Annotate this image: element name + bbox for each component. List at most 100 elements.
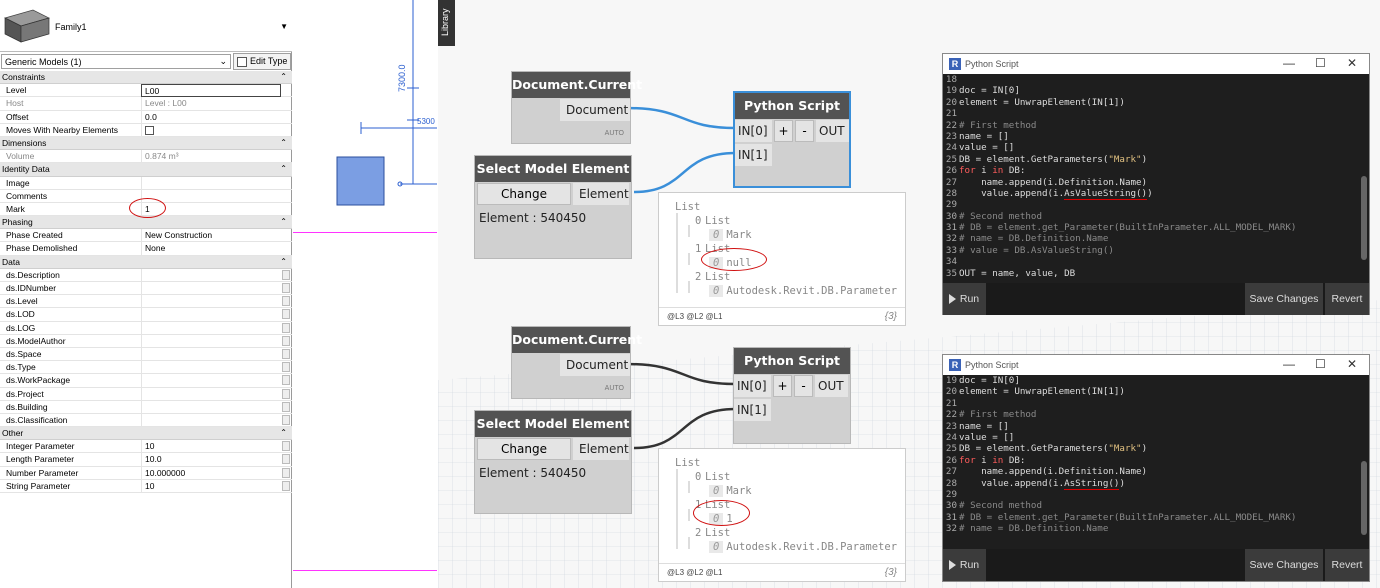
property-value[interactable]: 10.0: [141, 453, 281, 467]
property-value[interactable]: [141, 268, 281, 282]
property-row[interactable]: Integer Parameter 10: [0, 440, 292, 454]
browse-button[interactable]: [282, 414, 290, 425]
editor-scrollbar[interactable]: [1361, 461, 1367, 535]
input-port-in1[interactable]: IN[1]: [735, 144, 772, 166]
output-port-document[interactable]: Document: [560, 354, 630, 376]
collapse-icon[interactable]: ⌃: [280, 137, 287, 149]
document-current-node[interactable]: Document.Current Document AUTO: [511, 326, 642, 399]
add-input-button[interactable]: +: [773, 375, 792, 397]
remove-input-button[interactable]: -: [794, 375, 813, 397]
collapse-icon[interactable]: ⌃: [280, 216, 287, 228]
python-script-node[interactable]: Python Script IN[0] + - OUT IN[1]: [733, 347, 851, 444]
property-row[interactable]: Length Parameter 10.0: [0, 453, 292, 467]
property-value[interactable]: 10: [141, 440, 281, 454]
minimize-icon[interactable]: —: [1283, 357, 1295, 371]
property-value[interactable]: 0.874 m³: [141, 150, 281, 164]
document-current-node[interactable]: Document.Current Document AUTO: [511, 71, 642, 144]
property-value[interactable]: New Construction: [141, 229, 281, 243]
select-model-element-node[interactable]: Select Model Element Change Element Elem…: [474, 410, 632, 514]
revert-button[interactable]: Revert: [1325, 283, 1369, 315]
code-editor[interactable]: 18 19 doc = IN[0] 20 element = UnwrapElement…: [943, 74, 1369, 283]
change-button[interactable]: Change: [477, 183, 571, 205]
property-value[interactable]: [141, 189, 281, 203]
property-row[interactable]: Phase Created New Construction: [0, 229, 292, 243]
browse-button[interactable]: [282, 441, 290, 452]
browse-button[interactable]: [282, 388, 290, 399]
property-row[interactable]: Image: [0, 176, 292, 190]
property-value[interactable]: 0.0: [141, 110, 281, 124]
property-group-header[interactable]: Data ⌃: [0, 255, 292, 269]
run-button[interactable]: Run: [943, 283, 986, 315]
output-port-out[interactable]: OUT: [816, 120, 849, 142]
property-group-header[interactable]: Identity Data ⌃: [0, 163, 292, 177]
property-value[interactable]: L00: [141, 84, 281, 98]
collapse-icon[interactable]: ⌃: [280, 427, 287, 439]
property-row[interactable]: ds.Building: [0, 400, 292, 414]
property-value[interactable]: Level : L00: [141, 97, 281, 111]
output-port-document[interactable]: Document: [560, 99, 630, 121]
property-row[interactable]: Moves With Nearby Elements: [0, 123, 292, 137]
revit-view[interactable]: 7300.0 5300: [293, 0, 437, 588]
browse-button[interactable]: [282, 467, 290, 478]
change-button[interactable]: Change: [477, 438, 571, 460]
maximize-icon[interactable]: ☐: [1315, 357, 1326, 371]
property-row[interactable]: Offset 0.0: [0, 110, 292, 124]
select-model-element-node[interactable]: Select Model Element Change Element Elem…: [474, 155, 632, 259]
output-port-element[interactable]: Element: [573, 438, 629, 460]
code-editor[interactable]: 19 doc = IN[0] 20 element = UnwrapElement(I…: [943, 375, 1369, 549]
editor-titlebar[interactable]: R Python Script — ☐ ✕: [943, 54, 1369, 74]
collapse-icon[interactable]: ⌃: [280, 256, 287, 268]
browse-button[interactable]: [282, 362, 290, 373]
property-row[interactable]: Phase Demolished None: [0, 242, 292, 256]
property-row[interactable]: ds.ModelAuthor: [0, 334, 292, 348]
revert-button[interactable]: Revert: [1325, 549, 1369, 581]
property-group-header[interactable]: Constraints ⌃: [0, 71, 292, 85]
property-row[interactable]: ds.WorkPackage: [0, 374, 292, 388]
browse-button[interactable]: [282, 283, 290, 293]
save-changes-button[interactable]: Save Changes: [1245, 283, 1323, 315]
python-script-node[interactable]: Python Script IN[0] + - OUT IN[1]: [733, 91, 851, 188]
chevron-down-icon[interactable]: ▼: [280, 22, 288, 31]
property-value[interactable]: [141, 321, 281, 335]
instance-type-selector[interactable]: Generic Models (1) ⌄: [1, 54, 231, 69]
property-row[interactable]: ds.LOG: [0, 321, 292, 335]
property-value[interactable]: None: [141, 242, 281, 256]
property-row[interactable]: Volume 0.874 m³: [0, 150, 292, 164]
browse-button[interactable]: [282, 480, 290, 491]
collapse-icon[interactable]: ⌃: [280, 71, 287, 83]
property-value[interactable]: [141, 295, 281, 309]
browse-button[interactable]: [282, 348, 290, 359]
close-icon[interactable]: ✕: [1347, 56, 1357, 70]
property-row[interactable]: String Parameter 10: [0, 479, 292, 493]
property-value[interactable]: [141, 123, 281, 137]
watch-preview-1[interactable]: List 0 List 0 Mark 1 List 0 null 2 List 0 Autodesk.R…: [658, 192, 906, 326]
property-value[interactable]: [141, 282, 281, 295]
property-group-header[interactable]: Dimensions ⌃: [0, 136, 292, 151]
browse-button[interactable]: [282, 401, 290, 412]
property-row[interactable]: Host Level : L00: [0, 97, 292, 111]
property-row[interactable]: Number Parameter 10.000000: [0, 466, 292, 480]
property-group-header[interactable]: Phasing ⌃: [0, 216, 292, 230]
property-value[interactable]: [141, 176, 281, 190]
type-preview[interactable]: Family1 ▼: [0, 0, 292, 52]
property-row[interactable]: ds.LOD: [0, 308, 292, 322]
output-port-out[interactable]: OUT: [815, 375, 848, 397]
property-value[interactable]: [141, 361, 281, 375]
browse-button[interactable]: [282, 375, 290, 386]
python-editor-window-1[interactable]: R Python Script — ☐ ✕ 18 19 doc = IN[0] 20 elemen…: [942, 53, 1370, 315]
property-row[interactable]: ds.Classification: [0, 413, 292, 428]
property-value[interactable]: [141, 400, 281, 414]
property-row[interactable]: ds.Type: [0, 361, 292, 375]
property-value[interactable]: [141, 308, 281, 322]
property-group-header[interactable]: Other ⌃: [0, 427, 292, 441]
editor-titlebar[interactable]: R Python Script — ☐ ✕: [943, 355, 1369, 375]
property-value[interactable]: 10.000000: [141, 466, 281, 480]
run-button[interactable]: Run: [943, 549, 986, 581]
property-value[interactable]: [141, 347, 281, 361]
dynamo-canvas[interactable]: Library Document.Current Document AUTO S…: [438, 0, 1380, 588]
property-value[interactable]: 10: [141, 479, 281, 493]
property-row[interactable]: Level L00: [0, 84, 292, 98]
save-changes-button[interactable]: Save Changes: [1245, 549, 1323, 581]
checkbox[interactable]: [145, 125, 154, 135]
property-value[interactable]: [141, 413, 281, 427]
